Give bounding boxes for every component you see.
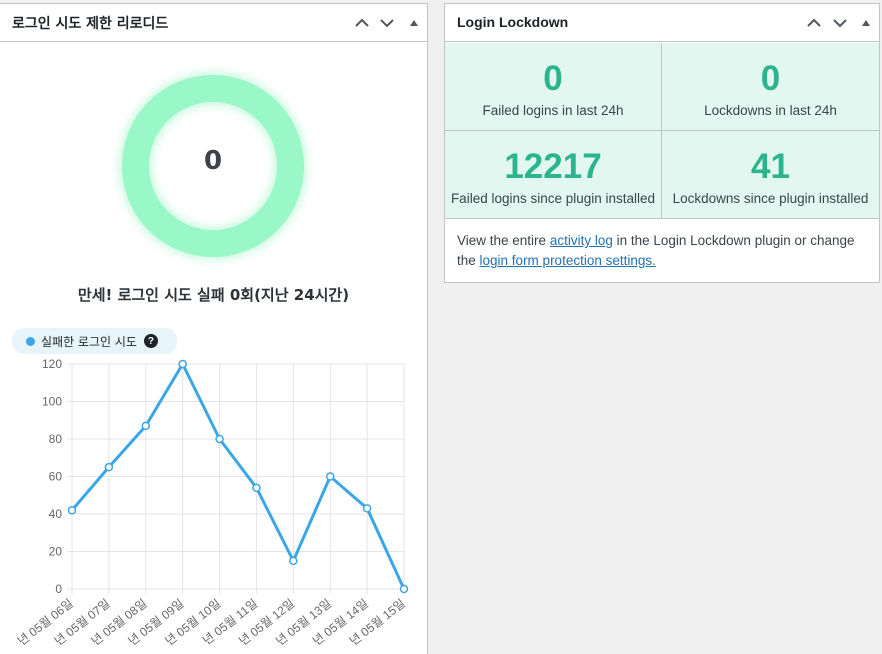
move-down-button[interactable] <box>830 13 850 33</box>
data-point <box>141 421 151 431</box>
y-tick-label: 60 <box>49 470 63 484</box>
stat-value: 0 <box>760 59 781 98</box>
chevron-up-icon <box>355 18 369 27</box>
widget-header: Login Lockdown <box>445 4 879 42</box>
stat-label: Failed logins since plugin installed <box>450 191 656 206</box>
stat-label: Failed logins in last 24h <box>482 103 624 118</box>
stats-grid: 0 Failed logins in last 24h 0 Lockdowns … <box>445 43 879 219</box>
stat-failed-logins-24h: 0 Failed logins in last 24h <box>445 43 662 131</box>
widget-footer-text: View the entire activity log in the Logi… <box>457 231 873 271</box>
help-icon[interactable]: ? <box>143 334 158 348</box>
stat-value: 0 <box>543 59 563 98</box>
legend-label: 실패한 로그인 시도 <box>41 334 137 349</box>
y-tick-label: 0 <box>55 582 62 596</box>
y-tick-label: 80 <box>49 432 63 446</box>
y-tick-label: 120 <box>42 357 62 371</box>
footer-text-before: View the entire <box>457 233 550 248</box>
activity-log-link[interactable]: activity log <box>550 233 613 248</box>
data-point <box>325 472 335 481</box>
chart-legend[interactable]: 실패한 로그인 시도 ? <box>12 328 177 354</box>
widget-title: Login Lockdown <box>457 14 569 30</box>
toggle-panel-button[interactable] <box>856 13 876 33</box>
login-lockdown-widget: Login Lockdown 0 Failed logins in last 2… <box>444 3 880 283</box>
stat-failed-logins-total: 12217 Failed logins since plugin install… <box>445 131 662 219</box>
data-point <box>215 434 224 444</box>
y-tick-label: 100 <box>42 395 62 409</box>
stat-lockdowns-total: 41 Lockdowns since plugin installed <box>662 131 879 219</box>
toggle-panel-button[interactable] <box>404 13 424 33</box>
limit-login-widget: 로그인 시도 제한 리로디드 0 만세! 로그인 시도 실패 0회(지난 24시… <box>0 3 428 654</box>
chevron-down-icon <box>380 19 394 28</box>
data-point <box>104 462 114 472</box>
move-up-button[interactable] <box>352 13 372 33</box>
data-point <box>178 359 187 369</box>
summary-text: 만세! 로그인 시도 실패 0회(지난 24시간) <box>77 286 350 304</box>
widget-title: 로그인 시도 제한 리로디드 <box>12 16 169 32</box>
move-up-button[interactable] <box>804 13 824 33</box>
stat-label: Lockdowns since plugin installed <box>672 191 869 206</box>
y-tick-label: 20 <box>49 545 63 559</box>
data-point <box>399 584 409 594</box>
donut-value: 0 <box>203 146 223 176</box>
chevron-up-icon <box>807 18 821 27</box>
data-point <box>289 556 298 566</box>
toggle-arrow-icon <box>862 20 870 26</box>
stat-value: 41 <box>751 147 790 186</box>
chevron-down-icon <box>833 19 847 28</box>
data-point <box>67 506 77 515</box>
legend-dot <box>26 336 35 346</box>
move-down-button[interactable] <box>377 13 397 33</box>
stat-label: Lockdowns in last 24h <box>704 103 837 118</box>
toggle-arrow-icon <box>410 20 418 26</box>
failed-logins-line-chart: 020406080100120년 05월 06일년 05월 07일년 05월 0… <box>15 357 409 648</box>
widget-header: 로그인 시도 제한 리로디드 <box>0 4 427 42</box>
protection-settings-link[interactable]: login form protection settings. <box>480 253 656 268</box>
stat-value: 12217 <box>504 147 602 186</box>
y-tick-label: 40 <box>49 507 63 521</box>
data-point <box>362 504 372 513</box>
stat-lockdowns-24h: 0 Lockdowns in last 24h <box>662 43 879 131</box>
failed-attempts-donut: 0 <box>122 75 304 257</box>
data-point <box>252 483 261 492</box>
